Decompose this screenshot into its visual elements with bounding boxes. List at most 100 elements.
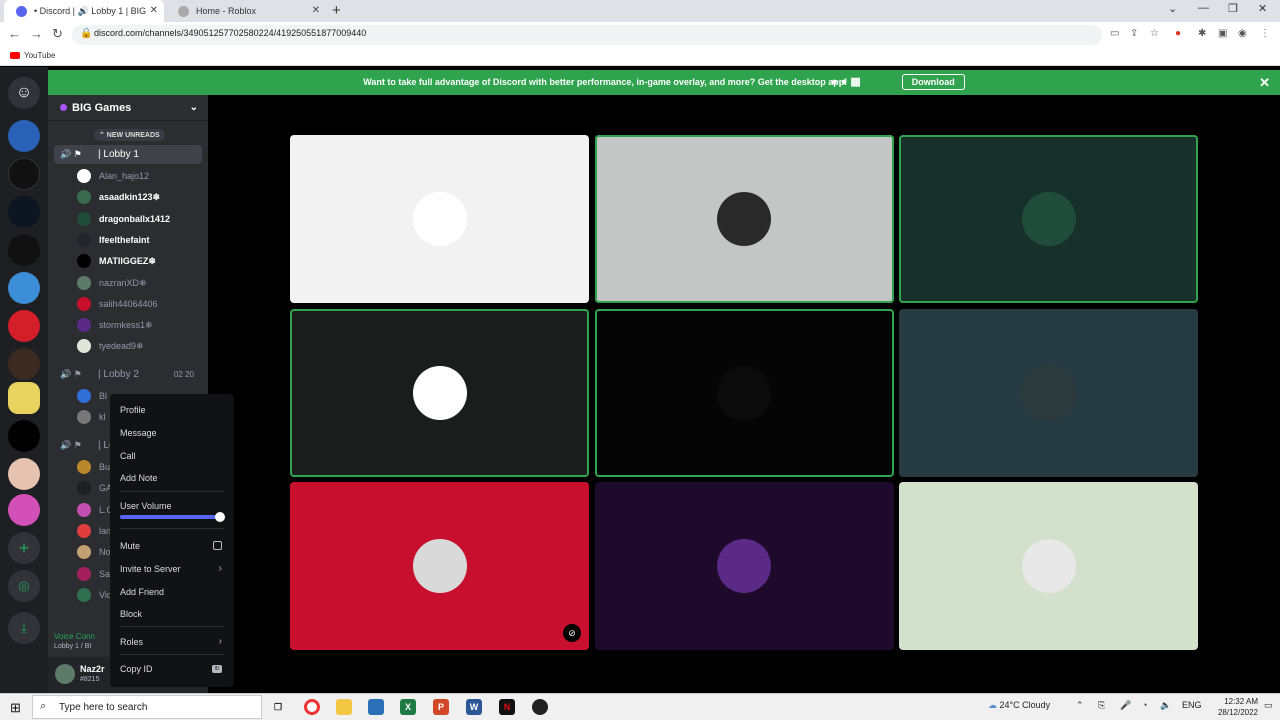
participant-tile[interactable] xyxy=(290,135,589,303)
menu-item-add-note[interactable]: Add Note xyxy=(116,468,228,488)
bookmark-youtube[interactable]: YouTube xyxy=(10,51,55,60)
server-icon[interactable] xyxy=(8,494,40,526)
calculator-icon[interactable] xyxy=(368,699,384,715)
url-bar[interactable]: 🔒 discord.com/channels/34905125770258022… xyxy=(72,25,1102,45)
forward-icon[interactable]: → xyxy=(30,26,43,41)
voice-channel-lobby-1[interactable]: 🔊 ⚑ | Lobby 1 xyxy=(54,145,202,164)
chrome-icon[interactable] xyxy=(304,699,320,715)
taskbar-search[interactable]: ⌕ Type here to search xyxy=(32,695,262,719)
participant-tile[interactable] xyxy=(594,308,894,477)
download-apps-icon[interactable]: ⤓ xyxy=(8,612,40,644)
server-icon[interactable] xyxy=(8,310,40,342)
menu-item-invite-to-server[interactable]: Invite to Server › xyxy=(116,559,228,579)
participant-tile[interactable] xyxy=(594,135,894,303)
server-icon[interactable] xyxy=(8,458,40,490)
menu-item-roles[interactable]: Roles › xyxy=(116,632,228,652)
wifi-icon[interactable]: ◔ xyxy=(1142,700,1147,710)
menu-item-user-volume: User Volume xyxy=(120,501,172,511)
tray-chevron-icon[interactable]: ⌃ xyxy=(1076,700,1084,711)
excel-icon[interactable]: X xyxy=(400,699,416,715)
extensions-icon[interactable]: ✱ xyxy=(1198,28,1206,39)
voice-channel-lobby-2[interactable]: 🔊 ⚑ | Lobby 2 02 20 xyxy=(54,365,202,384)
participant-tile[interactable] xyxy=(594,482,894,650)
voice-member[interactable]: MATIIGGEZ❄ xyxy=(77,251,203,271)
tab-discord[interactable]: • Discord | 🔊 Lobby 1 | BIG ✕ xyxy=(4,0,164,22)
volume-icon[interactable]: 🔈 xyxy=(1160,700,1171,711)
explore-servers-icon[interactable]: ◎ xyxy=(8,570,40,602)
mute-checkbox[interactable] xyxy=(213,541,222,550)
participant-tile[interactable] xyxy=(899,135,1198,303)
reload-icon[interactable]: ↻ xyxy=(52,26,63,42)
download-button[interactable]: Download xyxy=(901,74,965,90)
obs-icon[interactable] xyxy=(532,699,548,715)
server-header[interactable]: BIG Games ⌄ xyxy=(48,95,208,121)
tab-search-icon[interactable]: ⌄ xyxy=(1168,2,1177,15)
tab-roblox[interactable]: Home - Roblox ✕ xyxy=(166,0,326,22)
server-icon[interactable] xyxy=(8,120,40,152)
server-icon[interactable] xyxy=(8,234,40,266)
new-unreads-pill[interactable]: ⌃ NEW UNREADS xyxy=(94,129,165,141)
server-icon[interactable] xyxy=(8,196,40,228)
close-tab-icon[interactable]: ✕ xyxy=(150,0,158,22)
add-server-icon[interactable]: + xyxy=(8,532,40,564)
participant-tile[interactable] xyxy=(899,482,1198,650)
user-volume-slider[interactable] xyxy=(120,512,225,522)
avatar xyxy=(77,169,91,183)
share-icon[interactable]: ⇪ xyxy=(1130,28,1138,39)
participant-tile[interactable]: ⊘ xyxy=(290,482,589,650)
voice-member[interactable]: stormkess1❄ xyxy=(77,315,203,335)
windows-start-icon[interactable]: ⊞ xyxy=(10,700,21,716)
menu-kebab-icon[interactable]: ⋮ xyxy=(1260,28,1270,39)
server-icon[interactable] xyxy=(8,272,40,304)
close-window-icon[interactable]: ✕ xyxy=(1258,2,1267,15)
participant-tile[interactable] xyxy=(290,308,589,477)
server-icon[interactable] xyxy=(8,420,40,452)
close-tab-icon[interactable]: ✕ xyxy=(312,0,320,22)
system-clock[interactable]: 12:32 AM 28/12/2022 xyxy=(1218,696,1258,718)
profile-avatar-icon[interactable]: ◉ xyxy=(1238,28,1247,39)
url-text[interactable]: discord.com/channels/349051257702580224/… xyxy=(94,28,366,38)
new-tab-button[interactable]: + xyxy=(332,2,341,19)
server-icon[interactable] xyxy=(8,158,40,190)
avatar[interactable] xyxy=(55,664,75,684)
voice-member[interactable]: tyedead9❄ xyxy=(77,336,203,356)
file-explorer-icon[interactable] xyxy=(336,699,352,715)
menu-item-block[interactable]: Block xyxy=(116,604,228,624)
menu-item-profile[interactable]: Profile xyxy=(116,400,228,420)
bookmark-star-icon[interactable]: ☆ xyxy=(1150,28,1159,39)
word-icon[interactable]: W xyxy=(466,699,482,715)
participant-tile[interactable] xyxy=(899,308,1198,477)
maximize-icon[interactable]: ❐ xyxy=(1228,2,1238,15)
minimize-icon[interactable]: — xyxy=(1198,2,1209,14)
menu-item-mute[interactable]: Mute xyxy=(116,536,228,556)
banner-close-icon[interactable]: ✕ xyxy=(1259,70,1270,95)
microphone-icon[interactable]: 🎤 xyxy=(1120,700,1131,711)
extension-adblock-icon[interactable]: ● xyxy=(1175,28,1181,39)
powerpoint-icon[interactable]: P xyxy=(433,699,449,715)
voice-member[interactable]: dragonballx1412 xyxy=(77,209,203,229)
netflix-icon[interactable]: N xyxy=(499,699,515,715)
server-icon-big-games[interactable] xyxy=(8,382,40,414)
network-adapter-icon[interactable]: ⎘ xyxy=(1098,700,1105,711)
voice-member[interactable]: asaadkin123❄ xyxy=(77,187,203,207)
voice-member[interactable]: lfeelthefaint xyxy=(77,230,203,250)
side-panel-icon[interactable]: ▣ xyxy=(1218,28,1227,39)
menu-item-copy-id[interactable]: Copy ID ID xyxy=(116,659,228,679)
cast-icon[interactable]: ▭ xyxy=(1110,28,1119,39)
weather-widget[interactable]: ☁ 24°C Cloudy xyxy=(988,700,1050,711)
server-icon[interactable] xyxy=(8,348,40,380)
voice-member[interactable]: nazranXD❄ xyxy=(77,273,203,293)
discord-home-icon[interactable]: ☺ xyxy=(8,77,40,109)
task-view-icon[interactable]: ❐ xyxy=(270,699,286,715)
voice-member[interactable]: Alan_hajo12 xyxy=(77,166,203,186)
menu-item-message[interactable]: Message xyxy=(116,423,228,443)
volume-knob[interactable] xyxy=(215,512,225,522)
avatar xyxy=(77,410,91,425)
menu-item-add-friend[interactable]: Add Friend xyxy=(116,582,228,602)
chevron-down-icon[interactable]: ⌄ xyxy=(190,95,198,121)
voice-member[interactable]: salih44064406 xyxy=(77,294,203,314)
language-indicator[interactable]: ENG xyxy=(1182,700,1202,710)
menu-item-call[interactable]: Call xyxy=(116,446,228,466)
back-icon[interactable]: ← xyxy=(8,26,21,41)
notification-icon[interactable]: ▭ xyxy=(1264,700,1273,711)
